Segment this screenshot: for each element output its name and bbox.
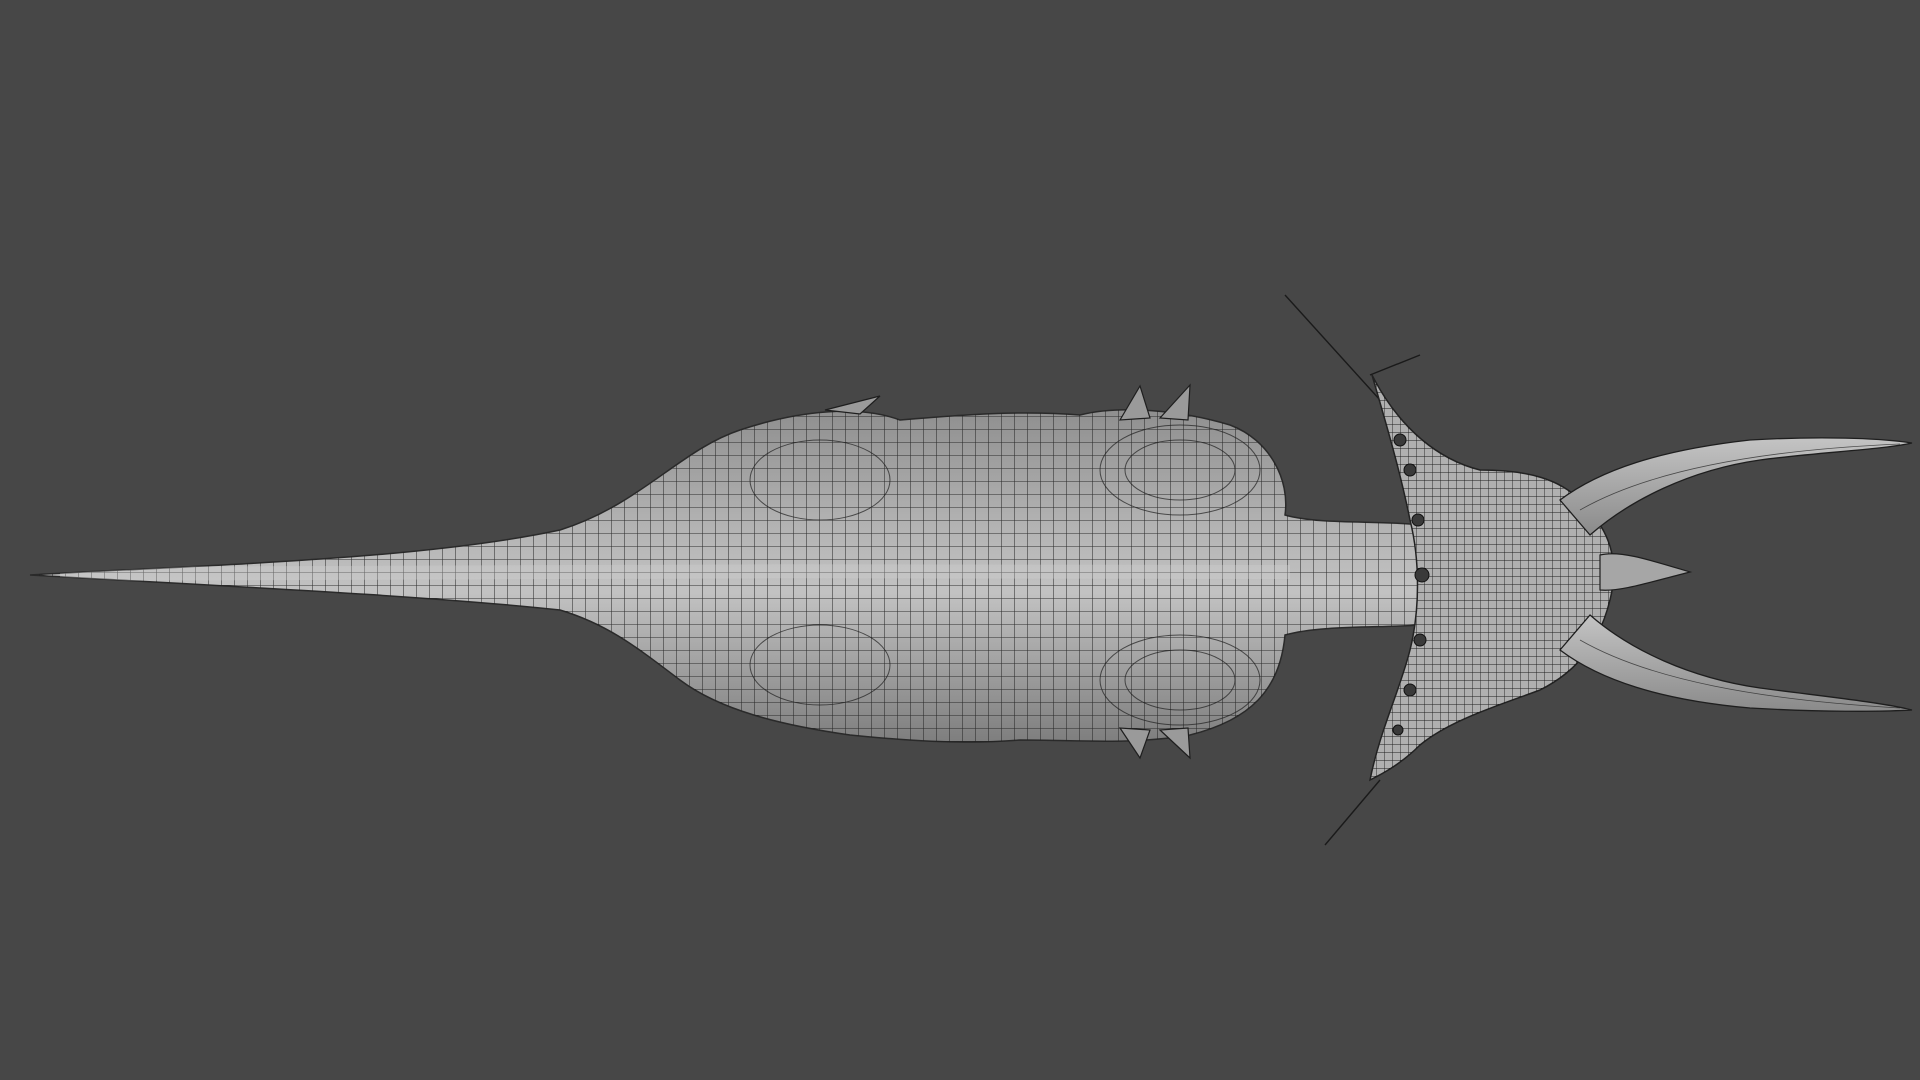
3d-viewport[interactable] — [0, 0, 1920, 1080]
snout-spike — [1599, 553, 1693, 591]
creature-body — [29, 409, 1421, 743]
creature-wireframe-model[interactable] — [0, 0, 1920, 1080]
